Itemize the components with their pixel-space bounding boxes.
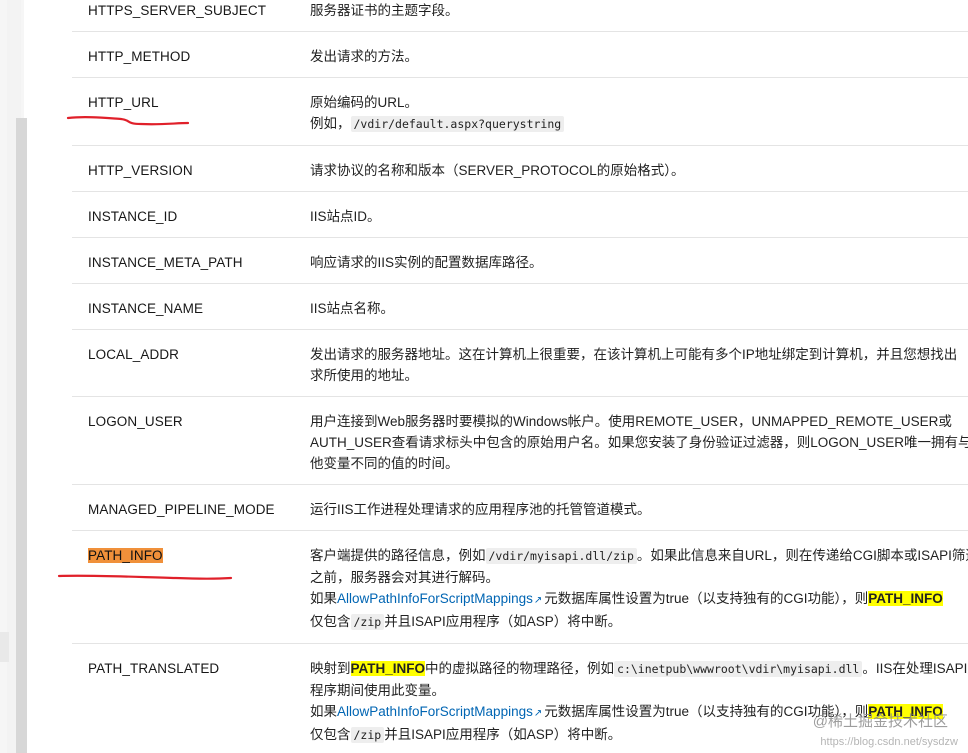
variable-description: 响应请求的IIS实例的配置数据库路径。 <box>294 237 968 284</box>
table-row: MANAGED_PIPELINE_MODE 运行IIS工作进程处理请求的应用程序… <box>72 484 968 531</box>
variable-name: LOGON_USER <box>72 396 294 485</box>
table-row: LOCAL_ADDR 发出请求的服务器地址。这在计算机上很重要，在该计算机上可能… <box>72 329 968 397</box>
variable-description: 运行IIS工作进程处理请求的应用程序池的托管管道模式。 <box>294 484 968 531</box>
variable-name: LOCAL_ADDR <box>72 329 294 397</box>
code-sample: /vdir/myisapi.dll/zip <box>485 548 637 564</box>
variable-description: 服务器证书的主题字段。 <box>294 0 968 32</box>
variable-name: PATH_TRANSLATED <box>72 643 294 753</box>
variable-name: HTTPS_SERVER_SUBJECT <box>72 0 294 32</box>
variable-name: INSTANCE_META_PATH <box>72 237 294 284</box>
table-row: HTTP_METHOD 发出请求的方法。 <box>72 31 968 78</box>
variable-name: MANAGED_PIPELINE_MODE <box>72 484 294 531</box>
rail-block <box>0 632 9 662</box>
code-sample: /zip <box>350 614 385 630</box>
table-row: HTTP_VERSION 请求协议的名称和版本（SERVER_PROTOCOL的… <box>72 145 968 192</box>
watermark-url: https://blog.csdn.net/sysdzw <box>820 736 958 748</box>
table-row: PATH_INFO 客户端提供的路径信息，例如/vdir/myisapi.dll… <box>72 530 968 644</box>
variable-name: HTTP_VERSION <box>72 145 294 192</box>
variable-name: INSTANCE_NAME <box>72 283 294 330</box>
table-row: HTTP_URL 原始编码的URL。 例如，/vdir/default.aspx… <box>72 77 968 146</box>
variable-name: HTTP_METHOD <box>72 31 294 78</box>
variable-name: INSTANCE_ID <box>72 191 294 238</box>
allowpathinfo-link[interactable]: AllowPathInfoForScriptMappings <box>337 591 533 606</box>
code-sample: c:\inetpub\wwwroot\vdir\myisapi.dll <box>614 661 863 677</box>
vertical-scrollbar[interactable] <box>7 0 27 753</box>
highlighted-variable-name: PATH_INFO <box>88 548 163 563</box>
variable-description: IIS站点名称。 <box>294 283 968 330</box>
code-sample: /zip <box>350 727 385 743</box>
allowpathinfo-link[interactable]: AllowPathInfoForScriptMappings <box>337 704 533 719</box>
table-row: LOGON_USER 用户连接到Web服务器时要模拟的Windows帐户。使用R… <box>72 396 968 485</box>
variable-description: 请求协议的名称和版本（SERVER_PROTOCOL的原始格式）。 <box>294 145 968 192</box>
table-row: HTTPS_SERVER_SUBJECT 服务器证书的主题字段。 <box>72 0 968 32</box>
variable-name: HTTP_URL <box>72 77 294 146</box>
code-sample: /vdir/default.aspx?querystring <box>350 116 565 132</box>
external-link-icon: ↗ <box>533 595 543 606</box>
variable-description: 原始编码的URL。 例如，/vdir/default.aspx?querystr… <box>294 77 968 146</box>
highlighted-term: PATH_INFO <box>868 591 943 606</box>
table-row: INSTANCE_ID IIS站点ID。 <box>72 191 968 238</box>
watermark: @稀土掘金技术社区 <box>812 713 948 730</box>
variable-description: 客户端提供的路径信息，例如/vdir/myisapi.dll/zip 。如果此信息… <box>294 530 968 644</box>
server-variables-table: HTTPS_SERVER_SUBJECT 服务器证书的主题字段。 HTTP_ME… <box>72 0 968 753</box>
variable-name: PATH_INFO <box>72 530 294 644</box>
external-link-icon: ↗ <box>533 708 543 719</box>
table-row: INSTANCE_NAME IIS站点名称。 <box>72 283 968 330</box>
variable-description: 发出请求的方法。 <box>294 31 968 78</box>
scrollbar-thumb[interactable] <box>16 118 27 753</box>
page: HTTPS_SERVER_SUBJECT 服务器证书的主题字段。 HTTP_ME… <box>0 0 968 753</box>
variable-description: 用户连接到Web服务器时要模拟的Windows帐户。使用REMOTE_USER，… <box>294 396 968 485</box>
variable-description: 发出请求的服务器地址。这在计算机上很重要，在该计算机上可能有多个IP地址绑定到计… <box>294 329 968 397</box>
variable-description: IIS站点ID。 <box>294 191 968 238</box>
highlighted-term: PATH_INFO <box>350 661 426 676</box>
table-row: INSTANCE_META_PATH 响应请求的IIS实例的配置数据库路径。 <box>72 237 968 284</box>
